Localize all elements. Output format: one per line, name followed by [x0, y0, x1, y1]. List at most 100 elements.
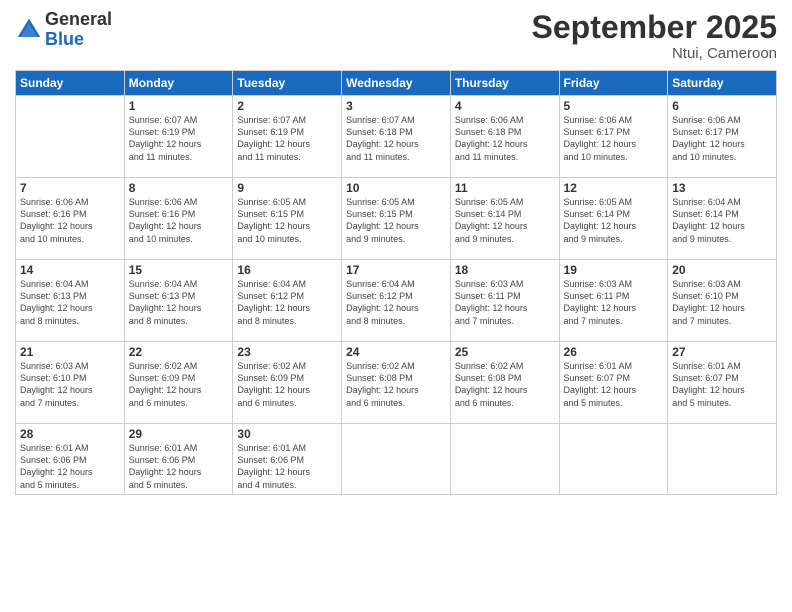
calendar-cell	[668, 424, 777, 495]
calendar-cell: 21Sunrise: 6:03 AMSunset: 6:10 PMDayligh…	[16, 342, 125, 424]
day-number: 21	[20, 345, 120, 359]
calendar-cell: 22Sunrise: 6:02 AMSunset: 6:09 PMDayligh…	[124, 342, 233, 424]
calendar-cell: 30Sunrise: 6:01 AMSunset: 6:06 PMDayligh…	[233, 424, 342, 495]
calendar-week-row: 28Sunrise: 6:01 AMSunset: 6:06 PMDayligh…	[16, 424, 777, 495]
calendar-cell: 1Sunrise: 6:07 AMSunset: 6:19 PMDaylight…	[124, 96, 233, 178]
calendar-cell: 18Sunrise: 6:03 AMSunset: 6:11 PMDayligh…	[450, 260, 559, 342]
calendar-cell: 25Sunrise: 6:02 AMSunset: 6:08 PMDayligh…	[450, 342, 559, 424]
logo-text: General Blue	[45, 10, 112, 50]
day-info: Sunrise: 6:01 AMSunset: 6:06 PMDaylight:…	[237, 442, 337, 491]
calendar-table: SundayMondayTuesdayWednesdayThursdayFrid…	[15, 70, 777, 495]
day-number: 6	[672, 99, 772, 113]
day-number: 19	[564, 263, 664, 277]
calendar-cell: 20Sunrise: 6:03 AMSunset: 6:10 PMDayligh…	[668, 260, 777, 342]
calendar-cell: 16Sunrise: 6:04 AMSunset: 6:12 PMDayligh…	[233, 260, 342, 342]
calendar-week-row: 21Sunrise: 6:03 AMSunset: 6:10 PMDayligh…	[16, 342, 777, 424]
logo-blue: Blue	[45, 30, 112, 50]
calendar-cell: 29Sunrise: 6:01 AMSunset: 6:06 PMDayligh…	[124, 424, 233, 495]
day-number: 17	[346, 263, 446, 277]
day-number: 14	[20, 263, 120, 277]
day-number: 8	[129, 181, 229, 195]
logo-icon	[15, 16, 43, 44]
calendar-day-header: Tuesday	[233, 71, 342, 96]
calendar-cell: 3Sunrise: 6:07 AMSunset: 6:18 PMDaylight…	[342, 96, 451, 178]
day-number: 4	[455, 99, 555, 113]
calendar-cell: 15Sunrise: 6:04 AMSunset: 6:13 PMDayligh…	[124, 260, 233, 342]
title-block: September 2025 Ntui, Cameroon	[532, 10, 777, 62]
calendar-week-row: 1Sunrise: 6:07 AMSunset: 6:19 PMDaylight…	[16, 96, 777, 178]
day-info: Sunrise: 6:05 AMSunset: 6:14 PMDaylight:…	[455, 196, 555, 245]
calendar-cell: 13Sunrise: 6:04 AMSunset: 6:14 PMDayligh…	[668, 178, 777, 260]
day-number: 7	[20, 181, 120, 195]
day-info: Sunrise: 6:06 AMSunset: 6:16 PMDaylight:…	[129, 196, 229, 245]
day-number: 13	[672, 181, 772, 195]
calendar-cell	[450, 424, 559, 495]
day-number: 16	[237, 263, 337, 277]
page: General Blue September 2025 Ntui, Camero…	[0, 0, 792, 612]
day-number: 26	[564, 345, 664, 359]
day-info: Sunrise: 6:04 AMSunset: 6:12 PMDaylight:…	[237, 278, 337, 327]
day-info: Sunrise: 6:07 AMSunset: 6:19 PMDaylight:…	[129, 114, 229, 163]
calendar-cell: 28Sunrise: 6:01 AMSunset: 6:06 PMDayligh…	[16, 424, 125, 495]
day-info: Sunrise: 6:06 AMSunset: 6:16 PMDaylight:…	[20, 196, 120, 245]
header: General Blue September 2025 Ntui, Camero…	[15, 10, 777, 62]
calendar-week-row: 7Sunrise: 6:06 AMSunset: 6:16 PMDaylight…	[16, 178, 777, 260]
day-info: Sunrise: 6:06 AMSunset: 6:17 PMDaylight:…	[564, 114, 664, 163]
day-number: 5	[564, 99, 664, 113]
day-info: Sunrise: 6:04 AMSunset: 6:12 PMDaylight:…	[346, 278, 446, 327]
day-number: 20	[672, 263, 772, 277]
calendar-cell	[16, 96, 125, 178]
calendar-cell: 6Sunrise: 6:06 AMSunset: 6:17 PMDaylight…	[668, 96, 777, 178]
day-number: 11	[455, 181, 555, 195]
day-info: Sunrise: 6:07 AMSunset: 6:19 PMDaylight:…	[237, 114, 337, 163]
calendar-cell: 8Sunrise: 6:06 AMSunset: 6:16 PMDaylight…	[124, 178, 233, 260]
day-number: 15	[129, 263, 229, 277]
day-number: 1	[129, 99, 229, 113]
day-number: 3	[346, 99, 446, 113]
day-info: Sunrise: 6:03 AMSunset: 6:11 PMDaylight:…	[564, 278, 664, 327]
logo: General Blue	[15, 10, 112, 50]
calendar-cell: 26Sunrise: 6:01 AMSunset: 6:07 PMDayligh…	[559, 342, 668, 424]
day-info: Sunrise: 6:03 AMSunset: 6:10 PMDaylight:…	[20, 360, 120, 409]
calendar-cell: 11Sunrise: 6:05 AMSunset: 6:14 PMDayligh…	[450, 178, 559, 260]
calendar-cell: 9Sunrise: 6:05 AMSunset: 6:15 PMDaylight…	[233, 178, 342, 260]
calendar-day-header: Thursday	[450, 71, 559, 96]
day-info: Sunrise: 6:03 AMSunset: 6:10 PMDaylight:…	[672, 278, 772, 327]
day-info: Sunrise: 6:07 AMSunset: 6:18 PMDaylight:…	[346, 114, 446, 163]
calendar-cell: 23Sunrise: 6:02 AMSunset: 6:09 PMDayligh…	[233, 342, 342, 424]
day-info: Sunrise: 6:04 AMSunset: 6:14 PMDaylight:…	[672, 196, 772, 245]
calendar-cell: 4Sunrise: 6:06 AMSunset: 6:18 PMDaylight…	[450, 96, 559, 178]
calendar-cell: 2Sunrise: 6:07 AMSunset: 6:19 PMDaylight…	[233, 96, 342, 178]
day-info: Sunrise: 6:05 AMSunset: 6:15 PMDaylight:…	[237, 196, 337, 245]
calendar-cell: 24Sunrise: 6:02 AMSunset: 6:08 PMDayligh…	[342, 342, 451, 424]
calendar-week-row: 14Sunrise: 6:04 AMSunset: 6:13 PMDayligh…	[16, 260, 777, 342]
day-number: 29	[129, 427, 229, 441]
day-number: 30	[237, 427, 337, 441]
day-info: Sunrise: 6:01 AMSunset: 6:06 PMDaylight:…	[129, 442, 229, 491]
day-number: 9	[237, 181, 337, 195]
calendar-cell	[559, 424, 668, 495]
day-info: Sunrise: 6:06 AMSunset: 6:17 PMDaylight:…	[672, 114, 772, 163]
day-info: Sunrise: 6:03 AMSunset: 6:11 PMDaylight:…	[455, 278, 555, 327]
calendar-cell: 5Sunrise: 6:06 AMSunset: 6:17 PMDaylight…	[559, 96, 668, 178]
location: Ntui, Cameroon	[532, 45, 777, 62]
day-number: 24	[346, 345, 446, 359]
calendar-cell: 12Sunrise: 6:05 AMSunset: 6:14 PMDayligh…	[559, 178, 668, 260]
day-number: 18	[455, 263, 555, 277]
day-info: Sunrise: 6:04 AMSunset: 6:13 PMDaylight:…	[20, 278, 120, 327]
calendar-day-header: Saturday	[668, 71, 777, 96]
day-info: Sunrise: 6:04 AMSunset: 6:13 PMDaylight:…	[129, 278, 229, 327]
calendar-cell: 19Sunrise: 6:03 AMSunset: 6:11 PMDayligh…	[559, 260, 668, 342]
day-number: 28	[20, 427, 120, 441]
day-info: Sunrise: 6:02 AMSunset: 6:08 PMDaylight:…	[346, 360, 446, 409]
calendar-cell: 10Sunrise: 6:05 AMSunset: 6:15 PMDayligh…	[342, 178, 451, 260]
day-info: Sunrise: 6:01 AMSunset: 6:06 PMDaylight:…	[20, 442, 120, 491]
calendar-day-header: Wednesday	[342, 71, 451, 96]
calendar-day-header: Friday	[559, 71, 668, 96]
calendar-cell: 7Sunrise: 6:06 AMSunset: 6:16 PMDaylight…	[16, 178, 125, 260]
day-number: 22	[129, 345, 229, 359]
calendar-cell	[342, 424, 451, 495]
day-number: 23	[237, 345, 337, 359]
day-info: Sunrise: 6:02 AMSunset: 6:09 PMDaylight:…	[237, 360, 337, 409]
calendar-cell: 14Sunrise: 6:04 AMSunset: 6:13 PMDayligh…	[16, 260, 125, 342]
